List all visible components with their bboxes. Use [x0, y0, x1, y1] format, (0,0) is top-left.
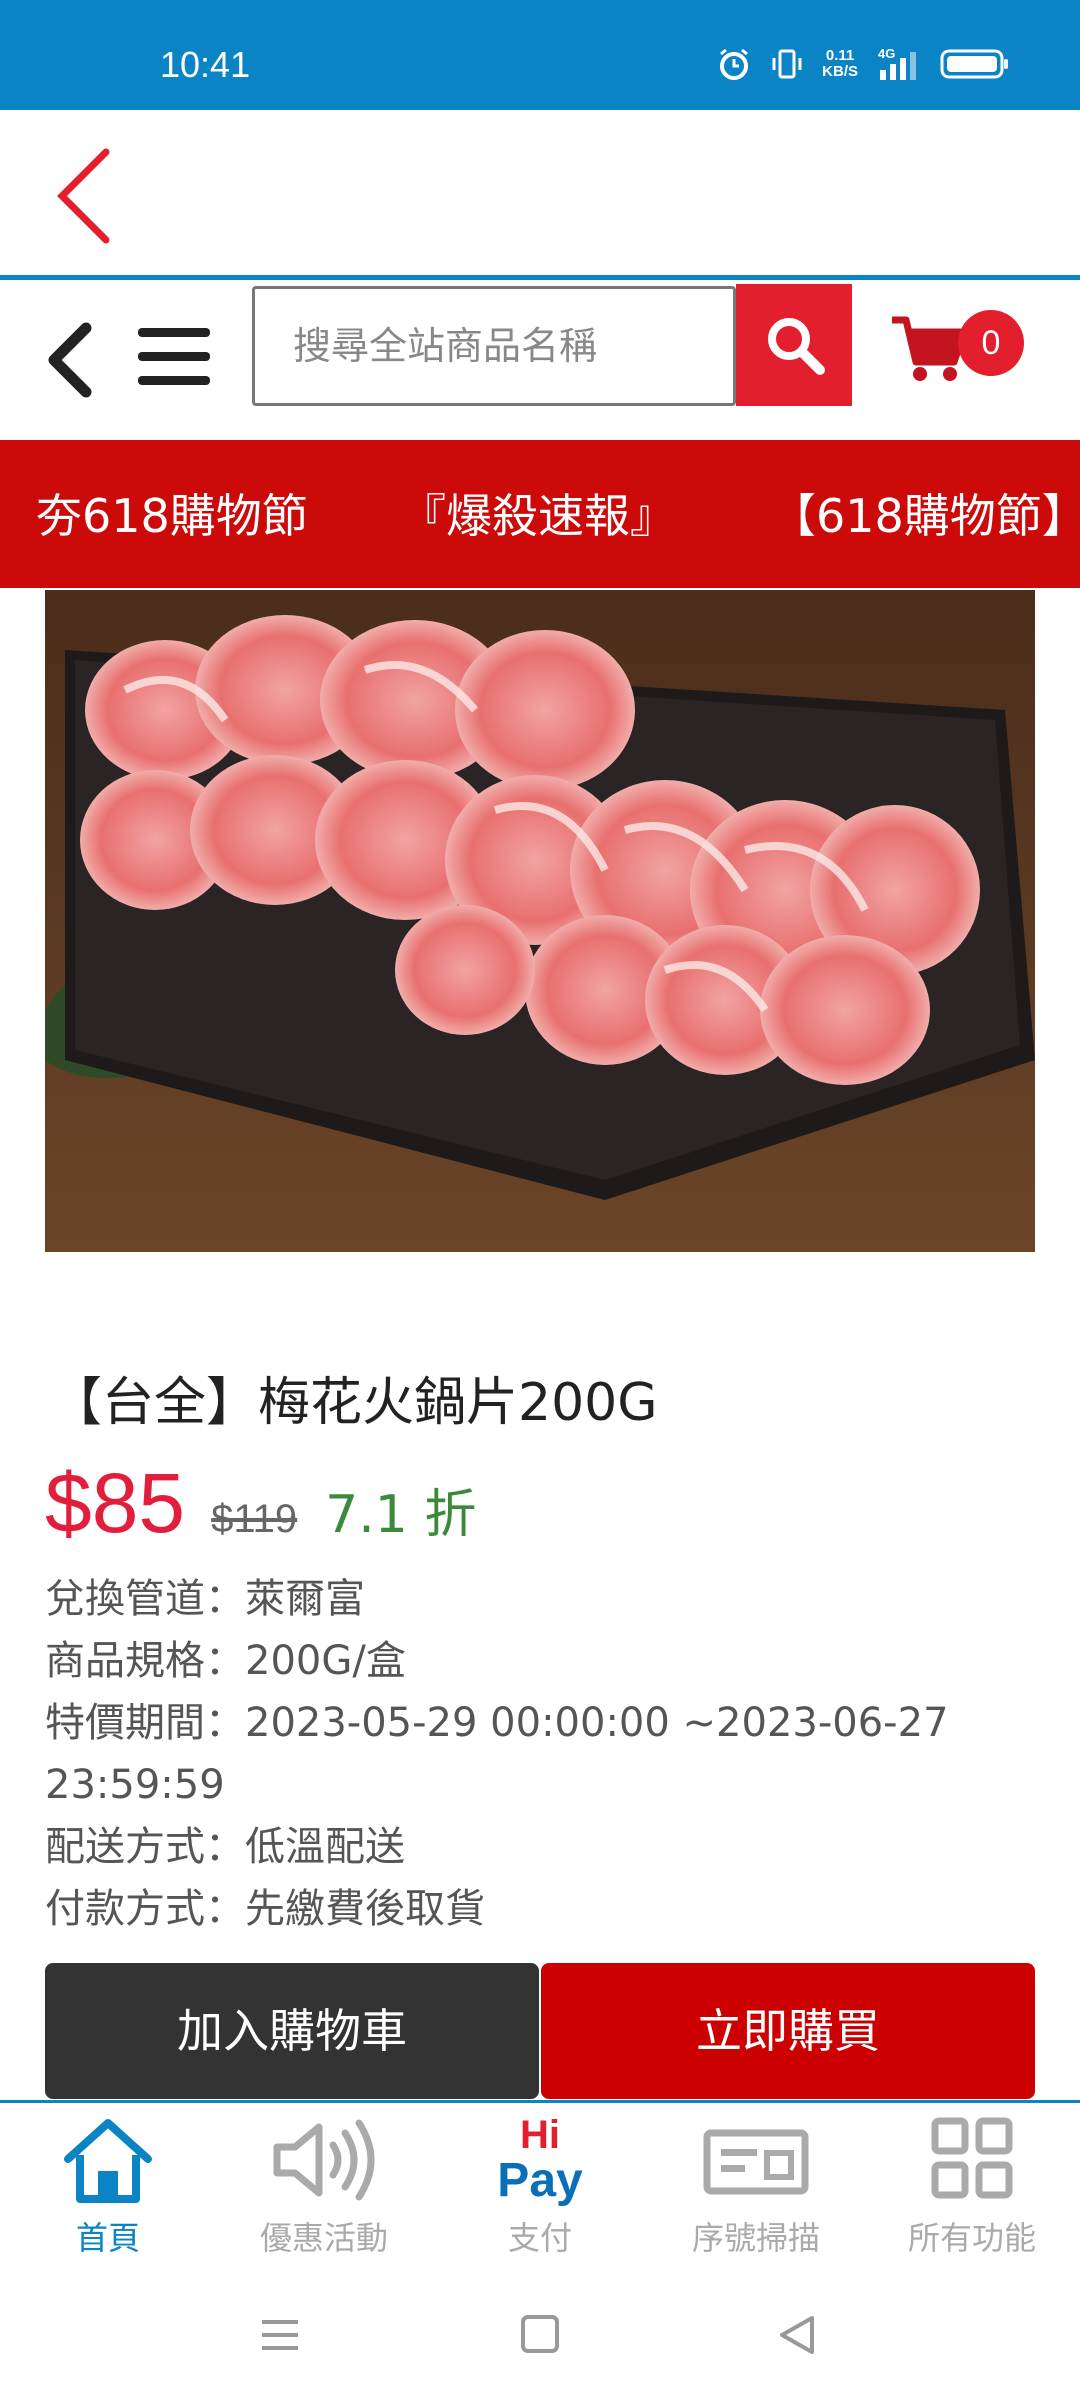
detail-exchange-channel: 兌換管道：萊爾富: [45, 1576, 365, 1622]
product-details: 兌換管道：萊爾富 商品規格：200G/盒 特價期間：2023-05-29 00:…: [45, 1568, 1045, 1940]
promo-marquee: 夯618購物節 『爆殺速報』 【618購物節】: [0, 440, 1080, 588]
status-icons: 0.11 KB/S 4G: [716, 46, 1010, 82]
search-icon: [768, 318, 825, 375]
tab-label: 首頁: [75, 2219, 140, 2257]
sale-price: $85: [45, 1456, 186, 1550]
signal-icon: 4G: [878, 46, 916, 80]
tab-home[interactable]: 首頁: [8, 2115, 208, 2275]
menu-icon[interactable]: [136, 316, 212, 396]
search-input[interactable]: 搜尋全站商品名稱: [252, 286, 736, 406]
back-button-icon[interactable]: [774, 2310, 818, 2360]
marquee-item[interactable]: 『爆殺速報』: [400, 480, 676, 546]
vibrate-icon: [772, 49, 802, 79]
nav-bar: 搜尋全站商品名稱 0: [0, 280, 1080, 440]
svg-text:4G: 4G: [878, 46, 895, 61]
product-title: 【台全】梅花火鍋片200G: [50, 1373, 658, 1433]
home-icon: [64, 2119, 152, 2203]
bottom-tab-bar: 首頁 優惠活動 Hi Pay 支付 序號掃描 所有功能: [0, 2100, 1080, 2280]
status-time: 10:41: [160, 44, 251, 85]
tab-label: 所有功能: [907, 2219, 1036, 2257]
system-nav-bar: [0, 2280, 1080, 2400]
add-to-cart-button[interactable]: 加入購物車: [45, 1963, 539, 2099]
speaker-icon: [273, 2119, 375, 2201]
search-button[interactable]: [736, 284, 852, 406]
tab-promotions[interactable]: 優惠活動: [224, 2115, 424, 2275]
net-speed: 0.11 KB/S: [822, 47, 858, 80]
status-bar: 10:41 0.11 KB/S 4G: [0, 0, 1080, 110]
detail-delivery: 配送方式：低溫配送: [45, 1824, 405, 1870]
scan-icon: [703, 2129, 809, 2195]
tab-label: 序號掃描: [691, 2219, 820, 2257]
tab-scan[interactable]: 序號掃描: [656, 2115, 856, 2275]
detail-payment: 付款方式：先繳費後取貨: [45, 1886, 485, 1932]
chevron-left-icon[interactable]: [40, 320, 100, 400]
marquee-item[interactable]: 夯618購物節: [36, 480, 308, 546]
home-button-icon[interactable]: [518, 2310, 562, 2360]
original-price: $119: [211, 1497, 298, 1541]
product-image: [45, 590, 1035, 1252]
buy-now-button[interactable]: 立即購買: [541, 1963, 1035, 2099]
grid-icon: [931, 2117, 1013, 2199]
back-arrow-icon[interactable]: [52, 146, 122, 246]
tab-label: 支付: [507, 2219, 572, 2257]
detail-special-period: 特價期間：2023-05-29 00:00:00 ~2023-06-27 23:…: [45, 1700, 949, 1808]
top-bar: [0, 110, 1080, 278]
hipay-icon: Hi Pay: [497, 2113, 583, 2207]
battery-icon: [940, 49, 1008, 79]
recent-apps-icon[interactable]: [258, 2310, 302, 2360]
tab-pay[interactable]: Hi Pay 支付: [440, 2115, 640, 2275]
tab-label: 優惠活動: [259, 2219, 388, 2257]
tab-all-features[interactable]: 所有功能: [872, 2115, 1072, 2275]
marquee-item[interactable]: 【618購物節】: [770, 480, 1080, 546]
price-row: $85 $119 7.1 折: [45, 1455, 477, 1550]
detail-spec: 商品規格：200G/盒: [45, 1638, 406, 1684]
alarm-icon: [720, 48, 749, 80]
discount-label: 7.1 折: [325, 1485, 477, 1545]
cart-count-badge: 0: [958, 310, 1024, 376]
